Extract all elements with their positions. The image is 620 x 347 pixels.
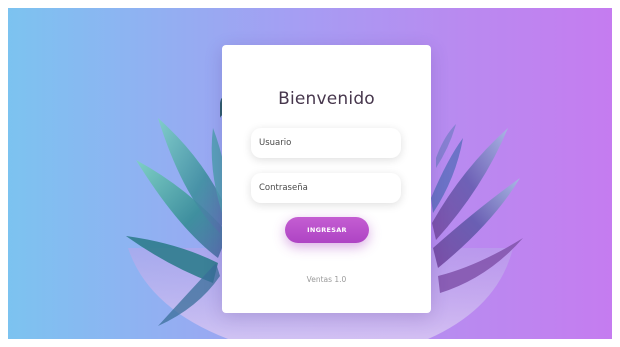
background: Bienvenido INGRESAR Ventas 1.0	[8, 8, 612, 339]
login-button[interactable]: INGRESAR	[285, 217, 369, 243]
version-label: Ventas 1.0	[306, 275, 347, 284]
welcome-title: Bienvenido	[278, 89, 375, 109]
username-field[interactable]	[251, 128, 401, 158]
password-input[interactable]	[259, 183, 401, 193]
password-field[interactable]	[251, 173, 401, 203]
username-input[interactable]	[259, 138, 401, 148]
login-card: Bienvenido INGRESAR Ventas 1.0	[222, 45, 431, 313]
